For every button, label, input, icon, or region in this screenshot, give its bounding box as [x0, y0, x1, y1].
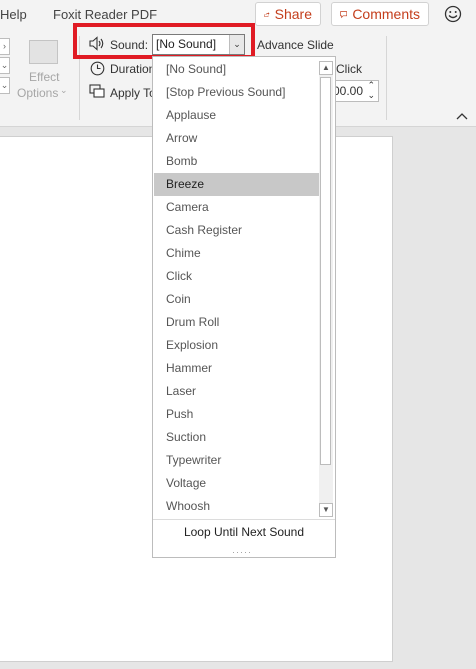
left-control-1[interactable]: › — [0, 38, 10, 55]
scrollbar-thumb[interactable] — [320, 77, 331, 465]
comments-button[interactable]: Comments — [331, 2, 429, 26]
clock-icon — [90, 61, 105, 76]
advance-slide-label: Advance Slide — [257, 38, 334, 52]
sound-option[interactable]: Laser — [154, 380, 319, 403]
apply-to-all-button[interactable]: Apply To — [110, 86, 156, 100]
tab-foxit-reader-pdf[interactable]: Foxit Reader PDF — [53, 7, 157, 22]
effect-options-label-2[interactable]: Options — [17, 86, 58, 100]
sound-option[interactable]: Explosion — [154, 334, 319, 357]
sound-option[interactable]: Cash Register — [154, 219, 319, 242]
share-icon — [264, 11, 270, 17]
sound-option[interactable]: Chime — [154, 242, 319, 265]
sound-option[interactable]: Suction — [154, 426, 319, 449]
tab-help[interactable]: Help — [0, 7, 27, 22]
effect-options-label-1: Effect — [29, 70, 60, 84]
resize-grip-icon[interactable]: ····· — [232, 547, 252, 557]
smiley-icon[interactable] — [444, 5, 462, 23]
sound-option[interactable]: Push — [154, 403, 319, 426]
time-spinner-icon[interactable]: ⌃ ⌄ — [367, 80, 375, 100]
scrollbar[interactable]: ▲ ▼ — [319, 61, 333, 517]
sound-option[interactable]: Breeze — [154, 173, 319, 196]
sound-dropdown-list: [No Sound] [Stop Previous Sound] Applause A… — [152, 56, 336, 558]
loop-label: Loop Until Next Sound — [183, 525, 305, 539]
highlight-box — [73, 23, 255, 59]
sound-option[interactable]: [Stop Previous Sound] — [154, 81, 319, 104]
left-control-2[interactable]: ⌄ — [0, 57, 10, 74]
duration-label: Duration — [110, 62, 156, 76]
share-button[interactable]: Share — [255, 2, 321, 26]
sound-option[interactable]: Camera — [154, 196, 319, 219]
sound-option[interactable]: Typewriter — [154, 449, 319, 472]
chevron-down-icon: ⌄ — [60, 85, 68, 95]
apply-icon — [89, 84, 105, 98]
sound-option[interactable]: Hammer — [154, 357, 319, 380]
sound-option[interactable]: Voltage — [154, 472, 319, 495]
sound-option[interactable]: Whoosh — [154, 495, 319, 517]
sound-option[interactable]: Applause — [154, 104, 319, 127]
share-label: Share — [274, 6, 312, 22]
comment-icon — [340, 10, 348, 18]
sound-option[interactable]: Coin — [154, 288, 319, 311]
sound-option[interactable]: [No Sound] — [154, 58, 319, 81]
on-mouse-click-checkbox[interactable]: Click — [336, 62, 362, 76]
chevron-up-icon[interactable] — [456, 112, 468, 120]
sound-option[interactable]: Arrow — [154, 127, 319, 150]
after-time-value: 00.00 — [333, 84, 364, 98]
comments-label: Comments — [352, 6, 420, 22]
sound-option[interactable]: Bomb — [154, 150, 319, 173]
sound-option[interactable]: Click — [154, 265, 319, 288]
effect-options-icon[interactable] — [29, 40, 58, 64]
sound-options: [No Sound] [Stop Previous Sound] Applause A… — [154, 58, 319, 517]
scroll-up-icon[interactable]: ▲ — [319, 61, 333, 75]
divider — [153, 519, 335, 520]
loop-until-next-sound-option[interactable]: Loop Until Next Sound — [153, 525, 335, 539]
group-divider — [386, 36, 387, 120]
left-control-3[interactable]: ⌄ — [0, 77, 10, 94]
sound-option[interactable]: Drum Roll — [154, 311, 319, 334]
scroll-down-icon[interactable]: ▼ — [319, 503, 333, 517]
